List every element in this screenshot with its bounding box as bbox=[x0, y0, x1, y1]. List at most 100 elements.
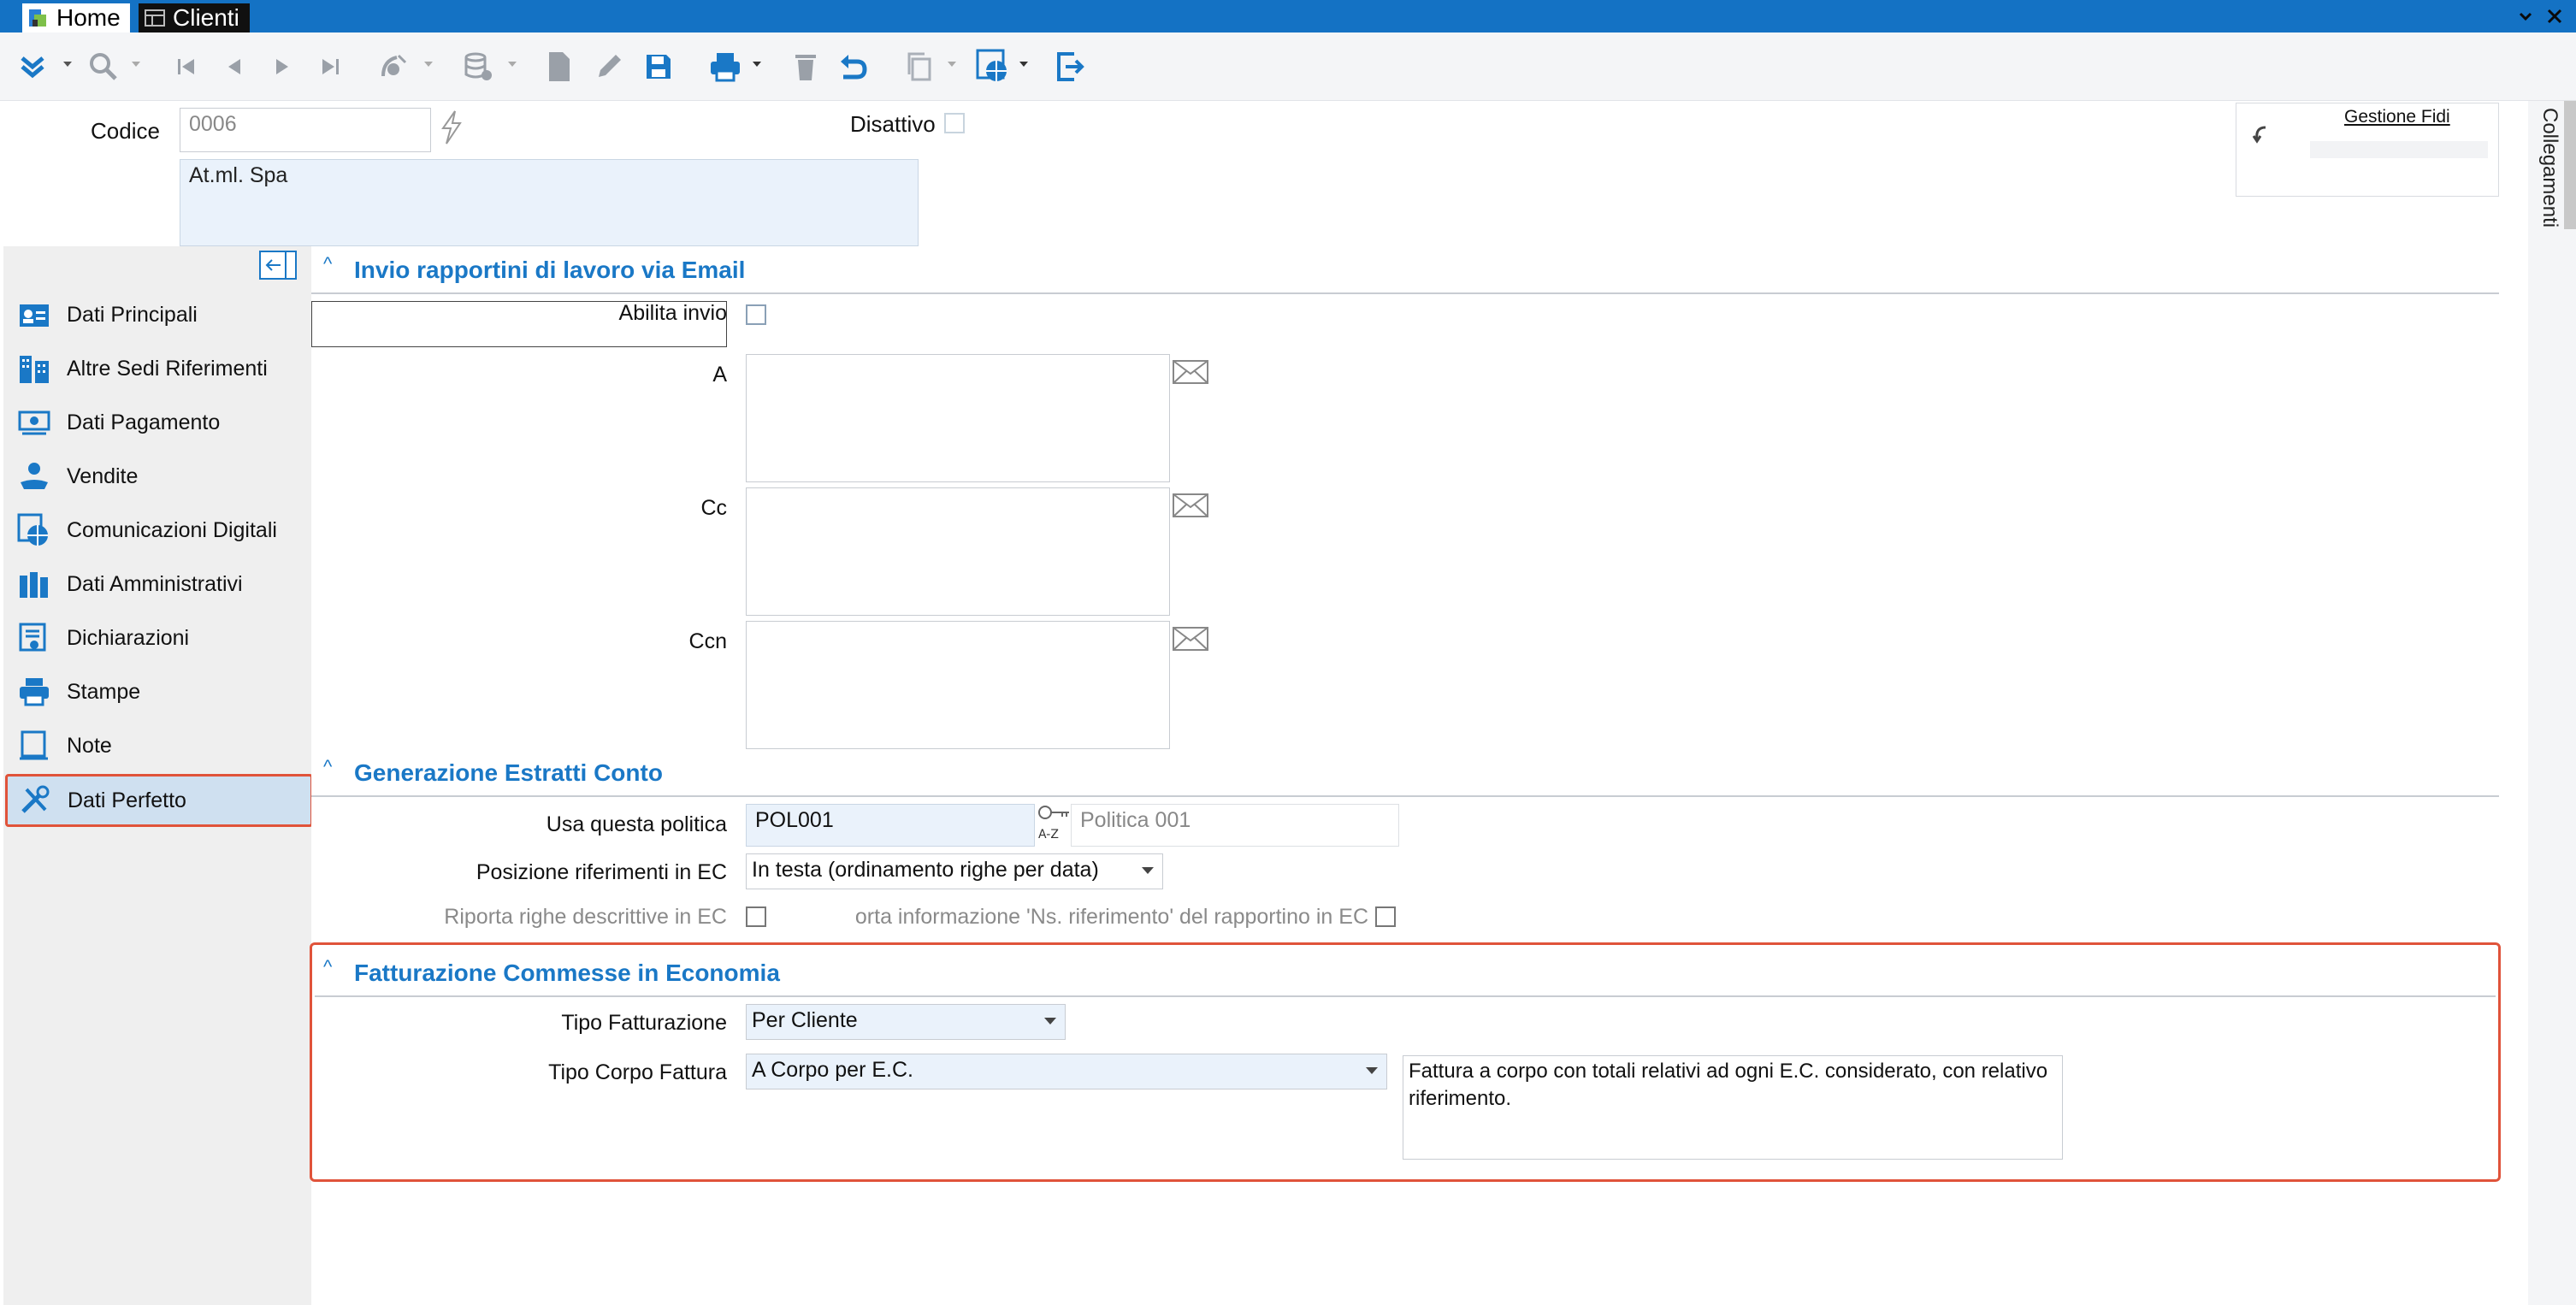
codice-label: Codice bbox=[91, 118, 160, 144]
expand-chevrons-icon bbox=[21, 56, 44, 79]
printer-icon bbox=[17, 675, 51, 709]
web-icon bbox=[976, 49, 1007, 81]
posizione-select-value: In testa (ordinamento righe per data) bbox=[752, 858, 1099, 882]
tab-home[interactable]: Home bbox=[22, 3, 130, 32]
abilita-invio-checkbox[interactable] bbox=[746, 304, 766, 325]
certificate-icon bbox=[17, 621, 51, 655]
tab-clienti[interactable]: Clienti bbox=[139, 3, 250, 32]
delete-button[interactable] bbox=[790, 46, 821, 87]
riporta-checkbox[interactable] bbox=[746, 906, 766, 927]
chevron-down-icon bbox=[1366, 1067, 1378, 1074]
dropdown-caret-icon[interactable] bbox=[422, 58, 434, 70]
copy-button[interactable] bbox=[901, 46, 937, 87]
sales-icon bbox=[17, 459, 51, 493]
database-icon bbox=[464, 52, 492, 80]
sidebar-item-label: Dati Perfetto bbox=[68, 788, 186, 812]
last-record-button[interactable] bbox=[315, 46, 346, 87]
dropdown-caret-icon[interactable] bbox=[751, 58, 763, 70]
edit-button[interactable] bbox=[592, 46, 626, 87]
refresh-icon[interactable] bbox=[2250, 122, 2272, 148]
web-button[interactable] bbox=[975, 46, 1013, 87]
tipo-fatturazione-select[interactable]: Per Cliente bbox=[746, 1004, 1066, 1040]
gestione-fidi-link[interactable]: Gestione Fidi bbox=[2344, 107, 2450, 127]
collapse-section-icon[interactable]: ^ bbox=[323, 756, 332, 778]
sidebar-item-dati-amministrativi[interactable]: Dati Amministrativi bbox=[7, 558, 308, 610]
previous-record-button[interactable] bbox=[219, 46, 250, 87]
sidebar-item-comunicazioni-digitali[interactable]: Comunicazioni Digitali bbox=[7, 505, 308, 556]
undo-icon bbox=[841, 55, 867, 80]
section-estratti-title: Generazione Estratti Conto bbox=[354, 759, 663, 786]
sidebar-item-dati-principali[interactable]: Dati Principali bbox=[7, 289, 308, 340]
new-document-button[interactable] bbox=[544, 46, 575, 87]
dropdown-caret-icon[interactable] bbox=[1018, 58, 1030, 70]
sidebar-item-dati-pagamento[interactable]: Dati Pagamento bbox=[7, 397, 308, 448]
building-icon bbox=[17, 351, 51, 386]
scrollbar-thumb[interactable] bbox=[2564, 101, 2576, 229]
collapse-section-icon[interactable]: ^ bbox=[323, 253, 332, 275]
first-record-button[interactable] bbox=[171, 46, 202, 87]
tipo-corpo-select[interactable]: A Corpo per E.C. bbox=[746, 1054, 1387, 1089]
cc-field[interactable] bbox=[746, 487, 1170, 616]
sidebar-item-altre-sedi-riferimenti[interactable]: Altre Sedi Riferimenti bbox=[7, 343, 308, 394]
envelope-icon[interactable] bbox=[1172, 359, 1209, 385]
dropdown-caret-icon[interactable] bbox=[506, 58, 518, 70]
sidebar-item-note[interactable]: Note bbox=[7, 720, 308, 771]
riporta-info-checkbox[interactable] bbox=[1375, 906, 1396, 927]
dropdown-caret-icon[interactable] bbox=[946, 58, 958, 70]
save-button[interactable] bbox=[641, 46, 676, 87]
contact-card-icon bbox=[17, 298, 51, 332]
divider bbox=[311, 292, 2499, 294]
a-label: A bbox=[712, 363, 727, 387]
sidebar-item-label: Dati Amministrativi bbox=[67, 571, 243, 596]
minimize-button[interactable] bbox=[2513, 3, 2538, 29]
key-lookup-icon[interactable]: A-Z bbox=[1037, 804, 1072, 841]
tipo-corpo-label: Tipo Corpo Fattura bbox=[548, 1060, 727, 1084]
exit-icon bbox=[1057, 52, 1084, 81]
sidebar-item-vendite[interactable]: Vendite bbox=[7, 451, 308, 502]
print-button[interactable] bbox=[706, 46, 744, 87]
ccn-field[interactable] bbox=[746, 621, 1170, 749]
tools-icon bbox=[18, 783, 52, 818]
dropdown-caret-icon[interactable] bbox=[62, 58, 74, 70]
new-document-icon bbox=[549, 52, 570, 81]
chevron-down-icon bbox=[1044, 1018, 1056, 1025]
abilita-invio-label: Abilita invio bbox=[618, 301, 727, 325]
search-button[interactable] bbox=[86, 46, 121, 87]
collegamenti-tab[interactable]: Collegamenti bbox=[2538, 108, 2561, 227]
politica-code-field[interactable]: POL001 bbox=[746, 804, 1035, 847]
posizione-select[interactable]: In testa (ordinamento righe per data) bbox=[746, 853, 1163, 889]
undo-button[interactable] bbox=[835, 46, 871, 87]
a-field[interactable] bbox=[746, 354, 1170, 482]
first-record-icon bbox=[178, 59, 194, 74]
sidebar-item-dichiarazioni[interactable]: Dichiarazioni bbox=[7, 612, 308, 664]
dropdown-caret-icon[interactable] bbox=[130, 58, 142, 70]
right-strip bbox=[2528, 101, 2576, 1305]
database-button[interactable] bbox=[460, 46, 496, 87]
divider bbox=[315, 995, 2496, 997]
sidebar-item-stampe[interactable]: Stampe bbox=[7, 666, 308, 717]
name-field[interactable]: At.ml. Spa bbox=[180, 159, 919, 246]
exit-button[interactable] bbox=[1052, 46, 1088, 87]
codice-field[interactable]: 0006 bbox=[180, 108, 431, 152]
collapse-panel-icon[interactable] bbox=[258, 250, 298, 280]
collapse-section-icon[interactable]: ^ bbox=[323, 956, 332, 978]
tipo-corpo-value: A Corpo per E.C. bbox=[752, 1058, 913, 1082]
disattivo-label: Disattivo bbox=[850, 111, 936, 137]
close-button[interactable] bbox=[2542, 3, 2567, 29]
expand-chevrons-button[interactable] bbox=[15, 46, 50, 87]
sidebar-item-label: Altre Sedi Riferimenti bbox=[67, 356, 268, 381]
gestione-fidi-panel: Gestione Fidi bbox=[2236, 103, 2499, 197]
satellite-button[interactable] bbox=[376, 46, 412, 87]
lightning-icon[interactable] bbox=[438, 109, 464, 145]
print-icon bbox=[711, 53, 740, 82]
envelope-icon[interactable] bbox=[1172, 626, 1209, 652]
delete-icon bbox=[795, 55, 816, 80]
sidebar-item-dati-perfetto[interactable]: Dati Perfetto bbox=[5, 774, 313, 827]
envelope-icon[interactable] bbox=[1172, 493, 1209, 518]
chevron-down-icon bbox=[1142, 867, 1154, 874]
next-record-button[interactable] bbox=[267, 46, 298, 87]
disattivo-checkbox[interactable] bbox=[944, 113, 965, 133]
sidebar-item-label: Comunicazioni Digitali bbox=[67, 517, 277, 542]
satellite-icon bbox=[381, 54, 407, 77]
home-app-icon bbox=[27, 7, 50, 29]
